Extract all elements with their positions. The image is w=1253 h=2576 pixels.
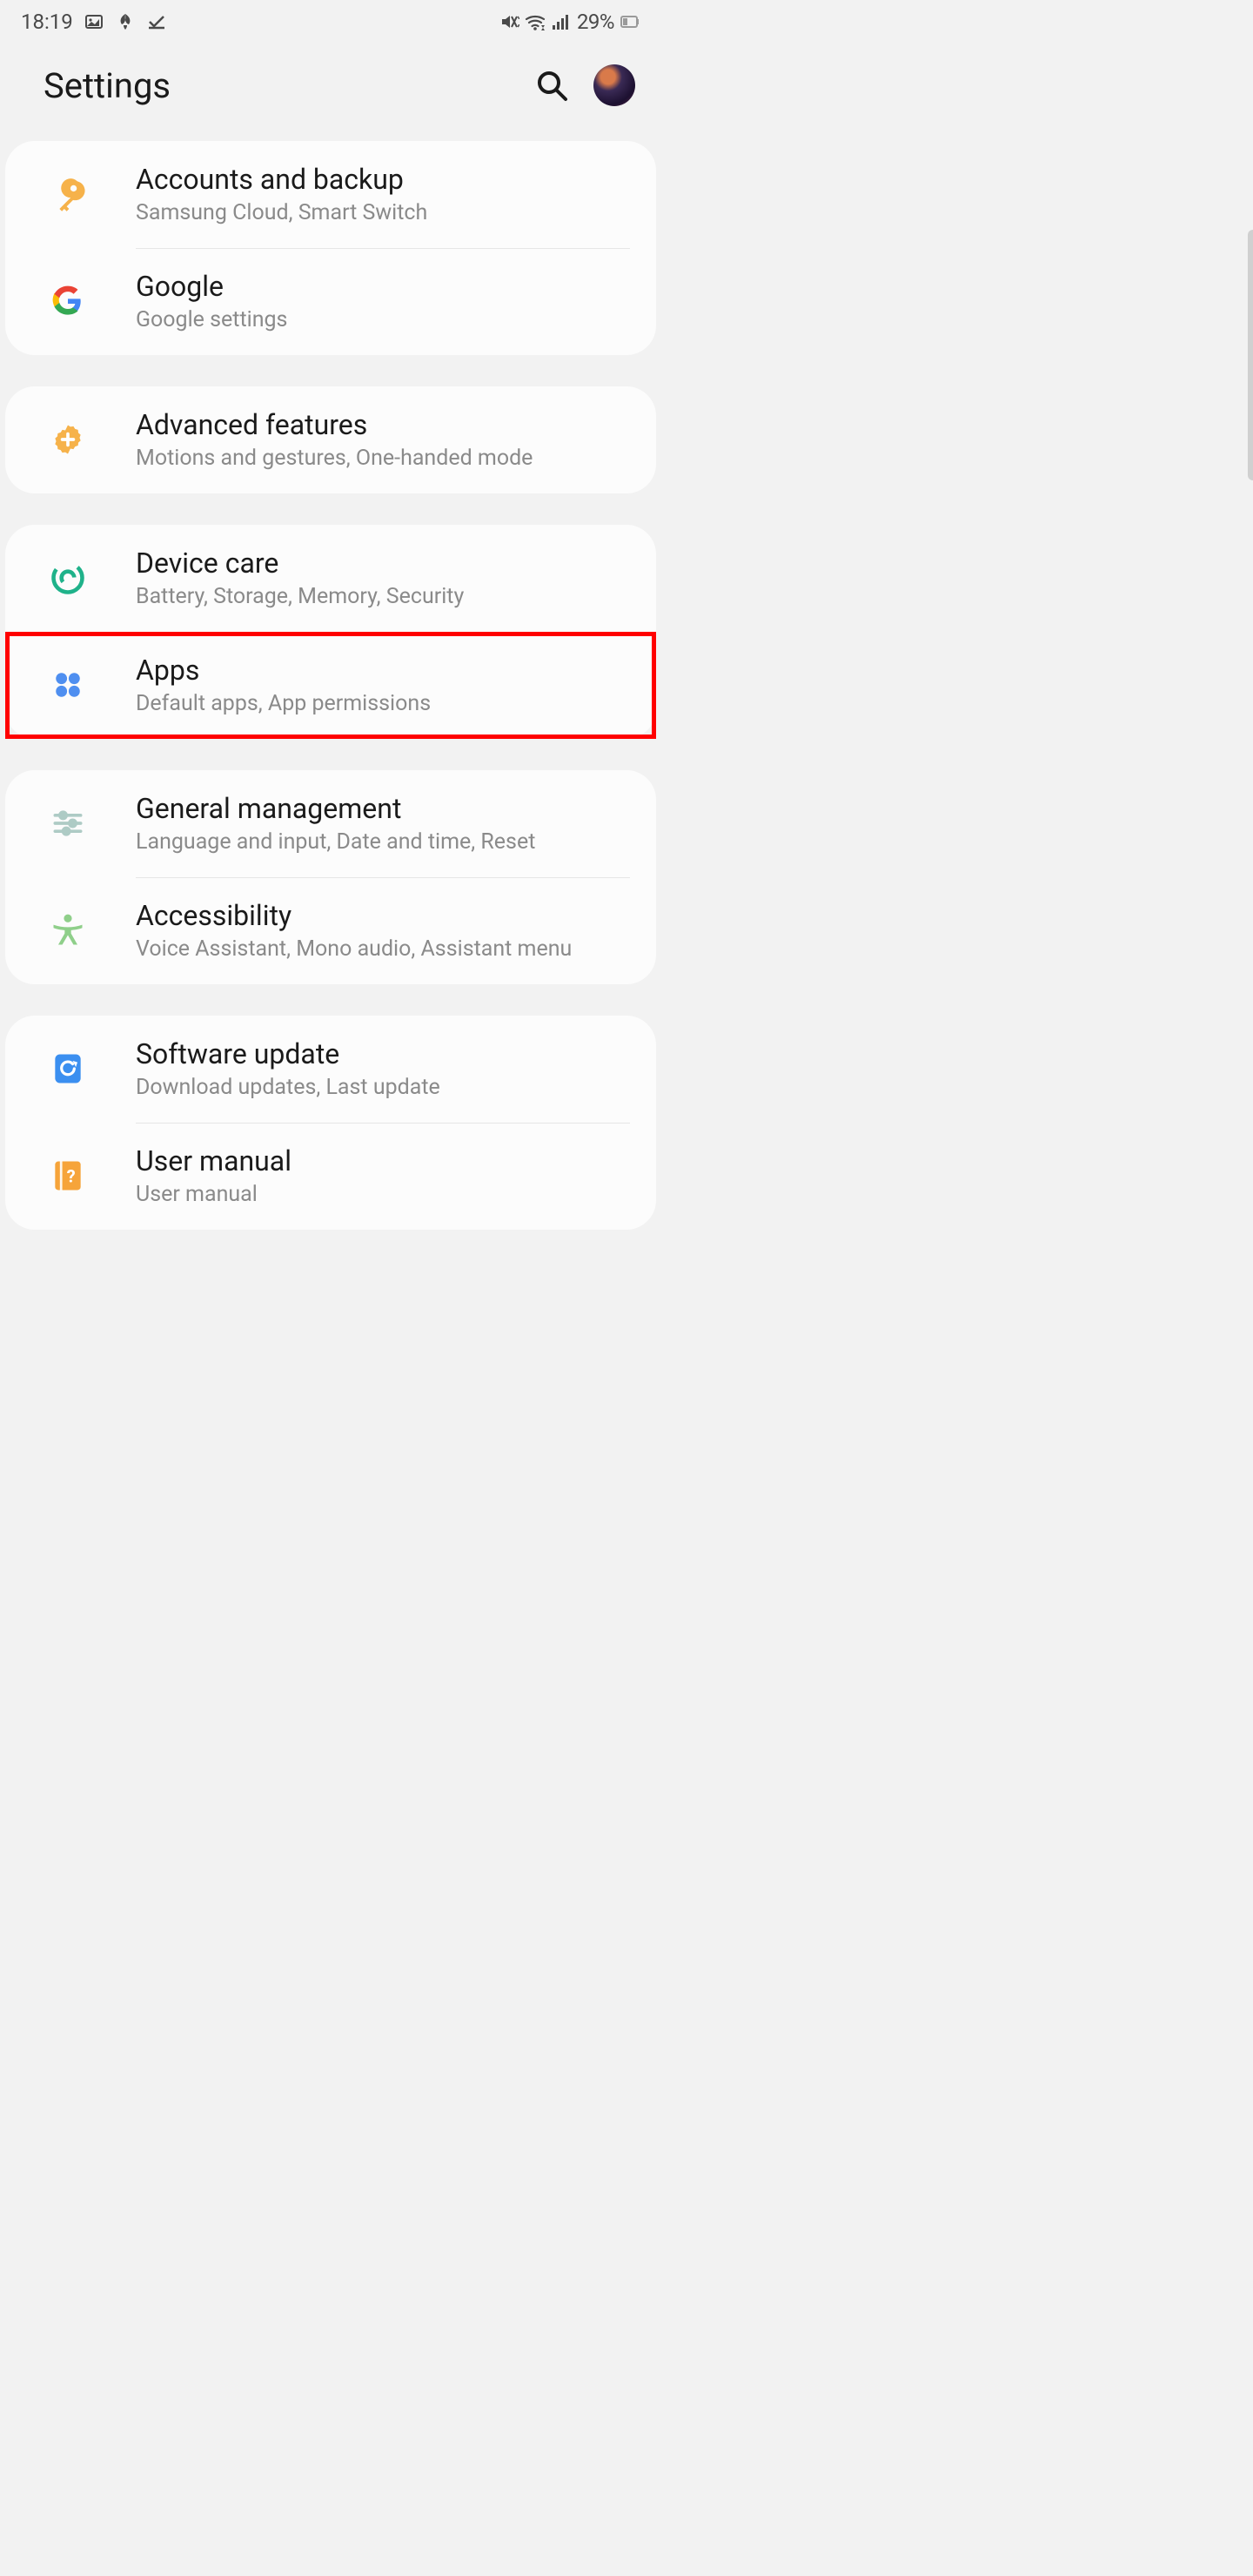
settings-item-user-manual[interactable]: User manual User manual	[5, 1123, 656, 1230]
settings-item-accounts-backup[interactable]: Accounts and backup Samsung Cloud, Smart …	[5, 141, 656, 248]
battery-icon	[620, 11, 640, 32]
settings-item-accessibility[interactable]: Accessibility Voice Assistant, Mono audio…	[5, 877, 656, 984]
item-subtitle: Samsung Cloud, Smart Switch	[136, 200, 427, 225]
item-title: Accounts and backup	[136, 162, 427, 197]
item-title: Advanced features	[136, 407, 533, 442]
item-subtitle: Default apps, App permissions	[136, 691, 431, 716]
gear-plus-icon	[30, 420, 106, 459]
apps-icon	[30, 666, 106, 704]
settings-item-device-care[interactable]: Device care Battery, Storage, Memory, Sec…	[5, 525, 656, 632]
status-time: 18:19	[21, 10, 73, 34]
item-title: Accessibility	[136, 898, 572, 933]
item-subtitle: Google settings	[136, 307, 287, 332]
wifi-icon	[525, 11, 546, 32]
item-title: Apps	[136, 653, 431, 688]
settings-list[interactable]: Accounts and backup Samsung Cloud, Smart …	[0, 141, 661, 1278]
devicecare-icon	[30, 559, 106, 597]
settings-item-advanced-features[interactable]: Advanced features Motions and gestures, O…	[5, 386, 656, 493]
image-icon	[84, 11, 104, 32]
search-icon	[534, 68, 569, 103]
settings-group: Advanced features Motions and gestures, O…	[5, 386, 656, 493]
item-subtitle: Voice Assistant, Mono audio, Assistant m…	[136, 936, 572, 962]
key-icon	[30, 175, 106, 213]
update-icon	[30, 1050, 106, 1088]
sliders-icon	[30, 804, 106, 842]
settings-item-apps[interactable]: Apps Default apps, App permissions	[5, 632, 656, 739]
signal-icon	[551, 11, 572, 32]
settings-group: Device care Battery, Storage, Memory, Sec…	[5, 525, 656, 739]
item-title: User manual	[136, 1144, 291, 1178]
item-subtitle: Download updates, Last update	[136, 1075, 440, 1100]
settings-item-software-update[interactable]: Software update Download updates, Last up…	[5, 1016, 656, 1123]
accessibility-icon	[30, 911, 106, 949]
page-title: Settings	[44, 65, 171, 106]
item-title: Google	[136, 269, 287, 304]
mute-vibrate-icon	[499, 11, 519, 32]
item-subtitle: Language and input, Date and time, Reset	[136, 829, 535, 855]
item-subtitle: Battery, Storage, Memory, Security	[136, 584, 464, 609]
profile-avatar[interactable]	[593, 64, 635, 106]
download-done-icon	[146, 11, 167, 32]
search-button[interactable]	[534, 68, 569, 103]
item-subtitle: User manual	[136, 1182, 291, 1207]
battery-percentage: 29%	[577, 10, 614, 34]
settings-item-google[interactable]: Google Google settings	[5, 248, 656, 355]
scrollbar-thumb[interactable]	[1248, 230, 1253, 480]
status-bar: 18:19 29%	[0, 0, 661, 44]
header: Settings	[0, 44, 661, 141]
settings-item-general-management[interactable]: General management Language and input, Da…	[5, 770, 656, 877]
settings-group: General management Language and input, Da…	[5, 770, 656, 984]
item-title: Software update	[136, 1036, 440, 1071]
item-subtitle: Motions and gestures, One-handed mode	[136, 446, 533, 471]
manual-icon	[30, 1157, 106, 1195]
settings-group: Software update Download updates, Last up…	[5, 1016, 656, 1230]
item-title: Device care	[136, 546, 464, 580]
google-icon	[30, 282, 106, 320]
settings-group: Accounts and backup Samsung Cloud, Smart …	[5, 141, 656, 355]
item-title: General management	[136, 791, 535, 826]
leaf-icon	[115, 11, 136, 32]
